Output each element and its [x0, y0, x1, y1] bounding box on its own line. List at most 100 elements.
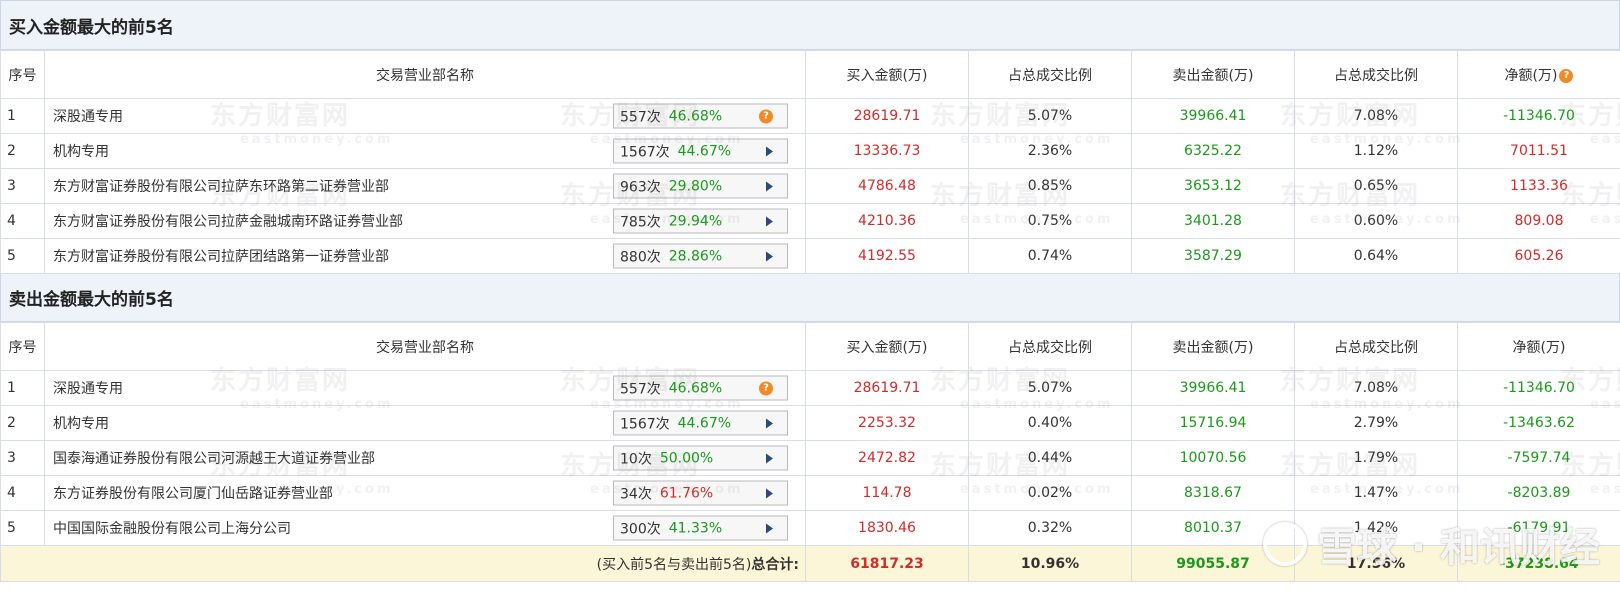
buy-table-header: 序号 交易营业部名称 买入金额(万) 占总成交比例 卖出金额(万) 占总成交比例…	[0, 50, 1620, 99]
sell-amount: 8318.67	[1131, 475, 1295, 511]
play-arrow-icon[interactable]	[766, 251, 773, 261]
branch-win-rate: 44.67%	[677, 143, 732, 159]
col-sell-header: 卖出金额(万)	[1131, 50, 1295, 99]
col-name-header: 交易营业部名称	[44, 322, 806, 371]
col-buy-ratio-header: 占总成交比例	[968, 322, 1132, 371]
col-sell-ratio-header: 占总成交比例	[1294, 50, 1458, 99]
sell-ratio: 1.47%	[1294, 475, 1458, 511]
help-icon[interactable]: ?	[759, 109, 773, 123]
branch-cell: 东方财富证券股份有限公司拉萨团结路第一证券营业部 880次 28.86%	[44, 238, 806, 274]
branch-name[interactable]: 中国国际金融股份有限公司上海分公司	[53, 518, 291, 538]
branch-stat-box[interactable]: 34次 61.76%	[613, 480, 788, 506]
col-buy-header: 买入金额(万)	[805, 322, 969, 371]
branch-win-rate: 44.67%	[677, 415, 732, 431]
branch-win-rate: 41.33%	[668, 520, 723, 536]
sell-amount: 3587.29	[1131, 238, 1295, 274]
buy-ratio: 5.07%	[968, 370, 1132, 406]
branch-cell: 东方财富证券股份有限公司拉萨金融城南环路证券营业部 785次 29.94%	[44, 203, 806, 239]
buy-amount: 1830.46	[805, 510, 969, 546]
help-icon[interactable]: ?	[1559, 68, 1574, 83]
branch-win-rate: 28.86%	[668, 248, 723, 264]
branch-name[interactable]: 深股通专用	[53, 106, 123, 126]
branch-name[interactable]: 东方财富证券股份有限公司拉萨团结路第一证券营业部	[53, 246, 389, 266]
play-arrow-icon[interactable]	[766, 418, 773, 428]
row-index: 5	[0, 238, 45, 274]
branch-cell: 机构专用 1567次 44.67%	[44, 405, 806, 441]
branch-name[interactable]: 国泰海通证券股份有限公司河源越王大道证券营业部	[53, 448, 375, 468]
total-row: (买入前5名与卖出前5名)总合计: 61817.23 10.96% 99055.…	[0, 545, 1620, 582]
branch-name[interactable]: 东方财富证券股份有限公司拉萨东环路第二证券营业部	[53, 176, 389, 196]
buy-ratio: 0.74%	[968, 238, 1132, 274]
sell-amount: 6325.22	[1131, 133, 1295, 169]
play-arrow-icon[interactable]	[766, 216, 773, 226]
total-buy: 61817.23	[805, 545, 969, 582]
play-arrow-icon[interactable]	[766, 523, 773, 533]
branch-cell: 国泰海通证券股份有限公司河源越王大道证券营业部 10次 50.00%	[44, 440, 806, 476]
branch-stat-box[interactable]: 785次 29.94%	[613, 208, 788, 234]
play-arrow-icon[interactable]	[766, 488, 773, 498]
buy-amount: 4786.48	[805, 168, 969, 204]
play-arrow-icon[interactable]	[766, 146, 773, 156]
branch-times: 557次	[620, 381, 661, 397]
branch-stat-box[interactable]: 557次 46.68%?	[613, 375, 788, 401]
row-index: 1	[0, 370, 45, 406]
row-index: 2	[0, 133, 45, 169]
branch-stat-box[interactable]: 10次 50.00%	[613, 445, 788, 471]
branch-times: 10次	[620, 451, 652, 467]
branch-times: 880次	[620, 249, 661, 265]
sell-section-title: 卖出金额最大的前5名	[0, 274, 1620, 322]
sell-amount: 3653.12	[1131, 168, 1295, 204]
table-row: 1 深股通专用 557次 46.68%? 28619.71 5.07% 39966.41 7.…	[0, 98, 1620, 134]
sell-amount: 8010.37	[1131, 510, 1295, 546]
branch-stat-box[interactable]: 1567次 44.67%	[613, 138, 788, 164]
branch-stat-box[interactable]: 557次 46.68%?	[613, 103, 788, 129]
play-arrow-icon[interactable]	[766, 181, 773, 191]
branch-times: 34次	[620, 486, 652, 502]
table-row: 1 深股通专用 557次 46.68%? 28619.71 5.07% 39966.41 7.…	[0, 370, 1620, 406]
branch-name[interactable]: 东方财富证券股份有限公司拉萨金融城南环路证券营业部	[53, 211, 403, 231]
buy-table: 序号 交易营业部名称 买入金额(万) 占总成交比例 卖出金额(万) 占总成交比例…	[0, 50, 1620, 274]
col-idx-header: 序号	[0, 50, 45, 99]
play-arrow-icon[interactable]	[766, 453, 773, 463]
row-index: 4	[0, 203, 45, 239]
branch-name[interactable]: 东方证券股份有限公司厦门仙岳路证券营业部	[53, 483, 333, 503]
net-amount: 605.26	[1457, 238, 1620, 274]
sell-amount: 39966.41	[1131, 98, 1295, 134]
table-row: 4 东方财富证券股份有限公司拉萨金融城南环路证券营业部 785次 29.94% 4210…	[0, 203, 1620, 239]
buy-ratio: 5.07%	[968, 98, 1132, 134]
branch-name[interactable]: 深股通专用	[53, 378, 123, 398]
branch-cell: 东方财富证券股份有限公司拉萨东环路第二证券营业部 963次 29.80%	[44, 168, 806, 204]
row-index: 3	[0, 440, 45, 476]
buy-ratio: 0.40%	[968, 405, 1132, 441]
total-sell: 99055.87	[1131, 545, 1295, 582]
total-sell-ratio: 17.56%	[1294, 545, 1458, 582]
sell-amount: 10070.56	[1131, 440, 1295, 476]
col-net-header-label: 净额(万)	[1504, 67, 1558, 84]
sell-ratio: 0.65%	[1294, 168, 1458, 204]
table-row: 2 机构专用 1567次 44.67% 13336.73 2.36% 6325.22 1.12…	[0, 133, 1620, 169]
branch-name[interactable]: 机构专用	[53, 413, 109, 433]
col-sell-header: 卖出金额(万)	[1131, 322, 1295, 371]
sell-ratio: 7.08%	[1294, 370, 1458, 406]
table-row: 5 中国国际金融股份有限公司上海分公司 300次 41.33% 1830.46 0.32%…	[0, 510, 1620, 546]
help-icon[interactable]: ?	[759, 381, 773, 395]
branch-stat-box[interactable]: 1567次 44.67%	[613, 410, 788, 436]
row-index: 2	[0, 405, 45, 441]
net-amount: -8203.89	[1457, 475, 1620, 511]
total-buy-ratio: 10.96%	[968, 545, 1132, 582]
branch-stat-box[interactable]: 300次 41.33%	[613, 515, 788, 541]
col-net-header: 净额(万)	[1457, 322, 1620, 371]
branch-name[interactable]: 机构专用	[53, 141, 109, 161]
buy-amount: 4192.55	[805, 238, 969, 274]
sell-ratio: 1.12%	[1294, 133, 1458, 169]
col-net-header: 净额(万)?	[1457, 50, 1620, 99]
sell-ratio: 2.79%	[1294, 405, 1458, 441]
sell-table-body: 1 深股通专用 557次 46.68%? 28619.71 5.07% 39966.41 7.…	[0, 370, 1620, 546]
buy-table-body: 1 深股通专用 557次 46.68%? 28619.71 5.07% 39966.41 7.…	[0, 98, 1620, 274]
branch-times: 963次	[620, 179, 661, 195]
branch-stat-box[interactable]: 963次 29.80%	[613, 173, 788, 199]
buy-amount: 28619.71	[805, 370, 969, 406]
buy-ratio: 0.75%	[968, 203, 1132, 239]
sell-ratio: 7.08%	[1294, 98, 1458, 134]
branch-stat-box[interactable]: 880次 28.86%	[613, 243, 788, 269]
